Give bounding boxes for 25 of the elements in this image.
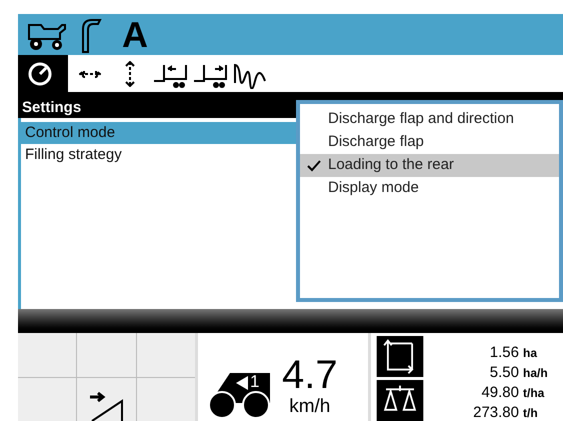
toolbar-tab[interactable] bbox=[18, 55, 68, 92]
dropdown-option[interactable]: Display mode bbox=[300, 177, 559, 200]
horizontal-arrows-icon bbox=[79, 70, 101, 78]
ramp-key[interactable] bbox=[77, 378, 136, 421]
stat-value: 273.80 bbox=[473, 403, 519, 421]
area-icon bbox=[375, 336, 425, 377]
stat-unit: ha/h bbox=[523, 365, 549, 382]
vertical-arrows-icon bbox=[125, 60, 135, 86]
stat-value: 1.56 bbox=[490, 343, 519, 363]
stat-unit: t/ha bbox=[523, 385, 546, 402]
settings-item[interactable]: Filling strategy bbox=[21, 144, 296, 166]
dropdown-option[interactable]: Loading to the rear bbox=[300, 154, 559, 177]
gear-number: 1 bbox=[250, 373, 260, 390]
stat-value: 5.50 bbox=[490, 363, 519, 383]
mode-letter: A bbox=[122, 16, 148, 52]
settings-title: Settings bbox=[22, 99, 82, 116]
dropdown-option[interactable]: Discharge flap bbox=[300, 131, 559, 154]
checkmark-icon bbox=[307, 160, 321, 172]
stat-unit: ha bbox=[523, 345, 538, 362]
settings-item[interactable]: Control mode bbox=[21, 122, 296, 144]
speed-unit: km/h bbox=[289, 395, 330, 419]
stat-value: 49.80 bbox=[481, 383, 519, 403]
speed-value: 4.7 bbox=[282, 355, 338, 396]
dropdown-option[interactable]: Discharge flap and direction bbox=[300, 108, 559, 131]
stat-unit: t/h bbox=[523, 405, 539, 421]
